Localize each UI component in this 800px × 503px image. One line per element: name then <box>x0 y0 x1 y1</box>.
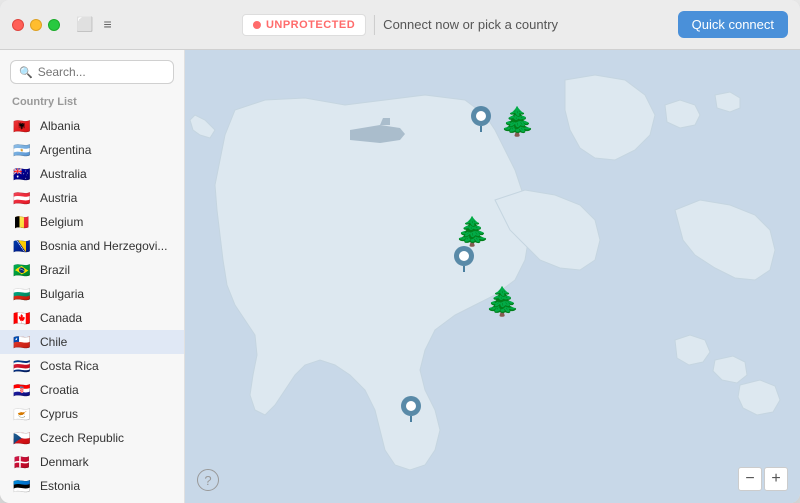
country-item[interactable]: 🇧🇷 Brazil <box>0 258 184 282</box>
flag-icon: 🇪🇪 <box>12 479 32 493</box>
country-item[interactable]: 🇫🇮Finland <box>0 498 184 503</box>
country-item[interactable]: 🇩🇰 Denmark <box>0 450 184 474</box>
status-text: UNPROTECTED <box>266 19 355 31</box>
close-button[interactable] <box>12 19 24 31</box>
zoom-controls: − + <box>738 467 788 491</box>
country-item[interactable]: 🇧🇪 Belgium <box>0 210 184 234</box>
country-item[interactable]: 🇦🇺 Australia <box>0 162 184 186</box>
map-pin-3 <box>400 395 422 428</box>
search-icon: 🔍 <box>19 66 33 79</box>
country-name: Australia <box>40 167 87 181</box>
quick-connect-button[interactable]: Quick connect <box>678 11 788 38</box>
sidebar-toggle-icon[interactable]: ⬜ <box>76 16 93 33</box>
tree-icon-3: 🌲 <box>485 285 520 318</box>
country-item[interactable]: 🇦🇱 Albania <box>0 114 184 138</box>
tree-icon-1: 🌲 <box>500 105 535 138</box>
flag-icon: 🇧🇬 <box>12 287 32 301</box>
flag-icon: 🇨🇱 <box>12 335 32 349</box>
main-content: 🔍 Country List 🇦🇱 Albania 🇦🇷 Argentina 🇦🇺 Aus… <box>0 50 800 503</box>
help-icon: ? <box>204 473 211 488</box>
country-name: Canada <box>40 311 82 325</box>
minimize-button[interactable] <box>30 19 42 31</box>
help-button[interactable]: ? <box>197 469 219 491</box>
country-item[interactable]: 🇦🇷 Argentina <box>0 138 184 162</box>
country-name: Costa Rica <box>40 359 99 373</box>
flag-icon: 🇩🇰 <box>12 455 32 469</box>
zoom-in-button[interactable]: + <box>764 467 788 491</box>
country-item[interactable]: 🇭🇷 Croatia <box>0 378 184 402</box>
country-name: Denmark <box>40 455 89 469</box>
titlebar-center: UNPROTECTED Connect now or pick a countr… <box>242 14 558 36</box>
zoom-out-button[interactable]: − <box>738 467 762 491</box>
flag-icon: 🇨🇷 <box>12 359 32 373</box>
country-item[interactable]: 🇨🇿 Czech Republic <box>0 426 184 450</box>
map-area: 🌲 🌲 🌲 ? − + <box>185 50 800 503</box>
status-dot-icon <box>253 21 261 29</box>
map-pin-1 <box>470 105 492 138</box>
flag-icon: 🇦🇷 <box>12 143 32 157</box>
tree-icon-2: 🌲 <box>455 215 490 248</box>
country-name: Chile <box>40 335 67 349</box>
search-input[interactable] <box>38 65 165 79</box>
map-pin-2 <box>453 245 475 278</box>
map-svg <box>185 50 800 503</box>
country-name: Brazil <box>40 263 70 277</box>
app-window: ⬜ ≡ UNPROTECTED Connect now or pick a co… <box>0 0 800 503</box>
traffic-lights <box>12 19 60 31</box>
flag-icon: 🇦🇱 <box>12 119 32 133</box>
flag-icon: 🇧🇦 <box>12 239 32 253</box>
maximize-button[interactable] <box>48 19 60 31</box>
country-name: Argentina <box>40 143 91 157</box>
menu-icon[interactable]: ≡ <box>103 16 111 33</box>
flag-icon: 🇦🇹 <box>12 191 32 205</box>
country-name: Bosnia and Herzegovi... <box>40 239 167 253</box>
country-item[interactable]: 🇦🇹 Austria <box>0 186 184 210</box>
titlebar-divider <box>374 15 375 35</box>
status-badge: UNPROTECTED <box>242 14 366 36</box>
titlebar-icons: ⬜ ≡ <box>76 16 112 33</box>
country-item[interactable]: 🇨🇦 Canada <box>0 306 184 330</box>
country-list: 🇦🇱 Albania 🇦🇷 Argentina 🇦🇺 Australia 🇦🇹 Austria… <box>0 114 184 503</box>
country-item[interactable]: 🇧🇬 Bulgaria <box>0 282 184 306</box>
country-name: Bulgaria <box>40 287 84 301</box>
flag-icon: 🇭🇷 <box>12 383 32 397</box>
country-item[interactable]: 🇨🇷 Costa Rica <box>0 354 184 378</box>
titlebar: ⬜ ≡ UNPROTECTED Connect now or pick a co… <box>0 0 800 50</box>
country-name: Belgium <box>40 215 83 229</box>
search-box: 🔍 <box>10 60 174 84</box>
country-name: Estonia <box>40 479 80 493</box>
flag-icon: 🇧🇷 <box>12 263 32 277</box>
country-name: Cyprus <box>40 407 78 421</box>
country-item[interactable]: 🇨🇾 Cyprus <box>0 402 184 426</box>
flag-icon: 🇧🇪 <box>12 215 32 229</box>
country-list-label: Country List <box>0 92 184 114</box>
country-name: Albania <box>40 119 80 133</box>
country-name: Austria <box>40 191 77 205</box>
flag-icon: 🇨🇦 <box>12 311 32 325</box>
flag-icon: 🇨🇾 <box>12 407 32 421</box>
country-item[interactable]: 🇨🇱 Chile <box>0 330 184 354</box>
connect-message: Connect now or pick a country <box>383 17 558 32</box>
country-item[interactable]: 🇧🇦 Bosnia and Herzegovi... <box>0 234 184 258</box>
country-name: Czech Republic <box>40 431 124 445</box>
search-container: 🔍 <box>0 50 184 92</box>
flag-icon: 🇦🇺 <box>12 167 32 181</box>
country-item[interactable]: 🇪🇪 Estonia <box>0 474 184 498</box>
country-name: Croatia <box>40 383 79 397</box>
flag-icon: 🇨🇿 <box>12 431 32 445</box>
sidebar: 🔍 Country List 🇦🇱 Albania 🇦🇷 Argentina 🇦🇺 Aus… <box>0 50 185 503</box>
